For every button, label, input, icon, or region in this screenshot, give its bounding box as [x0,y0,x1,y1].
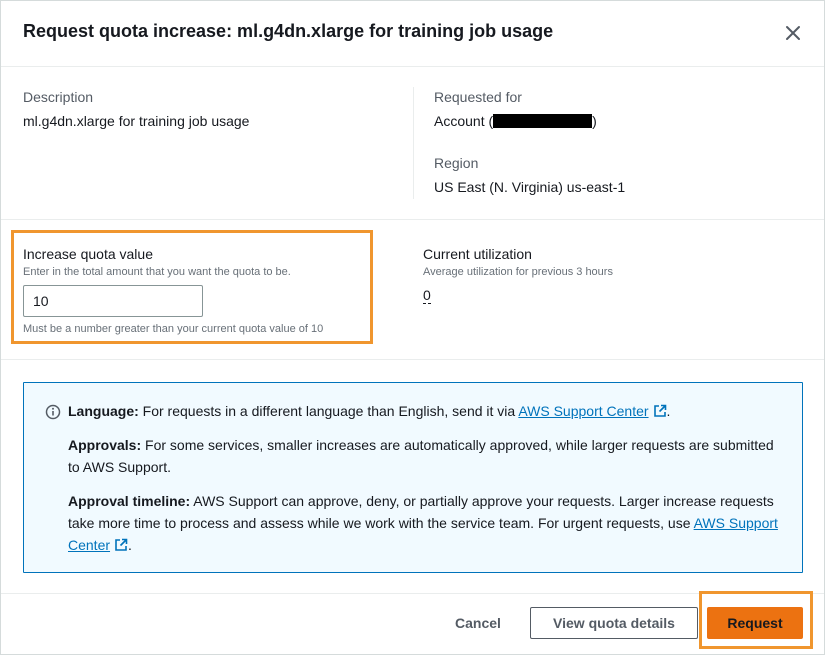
account-value: Account () [434,113,597,129]
close-icon [786,26,800,40]
utilization-hint: Average utilization for previous 3 hours [423,266,613,278]
quota-increase-dialog: Request quota increase: ml.g4dn.xlarge f… [0,0,825,655]
external-link-icon [115,538,128,551]
utilization-value[interactable]: 0 [423,288,431,304]
info-icon [45,404,61,420]
region-label: Region [434,155,479,171]
cancel-button[interactable]: Cancel [444,607,512,639]
approvals-note: Approvals: For some services, smaller in… [68,437,774,475]
dialog-title: Request quota increase: ml.g4dn.xlarge f… [23,21,554,41]
description-value: ml.g4dn.xlarge for training job usage [23,113,250,129]
dialog-header: Request quota increase: ml.g4dn.xlarge f… [1,1,824,67]
details-divider [413,87,414,199]
section-divider [1,359,824,360]
quota-constraint: Must be a number greater than your curre… [23,323,324,335]
timeline-note: Approval timeline: AWS Support can appro… [68,493,778,553]
account-suffix: ) [592,113,597,129]
request-button[interactable]: Request [707,607,803,639]
region-value: US East (N. Virginia) us-east-1 [434,179,626,195]
info-alert: Language: For requests in a different la… [23,382,803,573]
quota-value-input[interactable] [23,285,203,317]
language-note: Language: For requests in a different la… [68,403,671,419]
utilization-label: Current utilization [423,246,532,262]
view-quota-details-button[interactable]: View quota details [530,607,698,639]
quota-label: Increase quota value [23,246,153,262]
aws-support-center-link[interactable]: AWS Support Center [518,403,648,419]
section-divider [1,219,824,220]
description-label: Description [23,89,94,105]
redacted-account-id [493,114,593,128]
requested-for-label: Requested for [434,89,522,105]
external-link-icon [653,404,666,417]
account-prefix: Account ( [434,113,494,129]
close-button[interactable] [781,21,805,45]
quota-hint: Enter in the total amount that you want … [23,266,291,278]
